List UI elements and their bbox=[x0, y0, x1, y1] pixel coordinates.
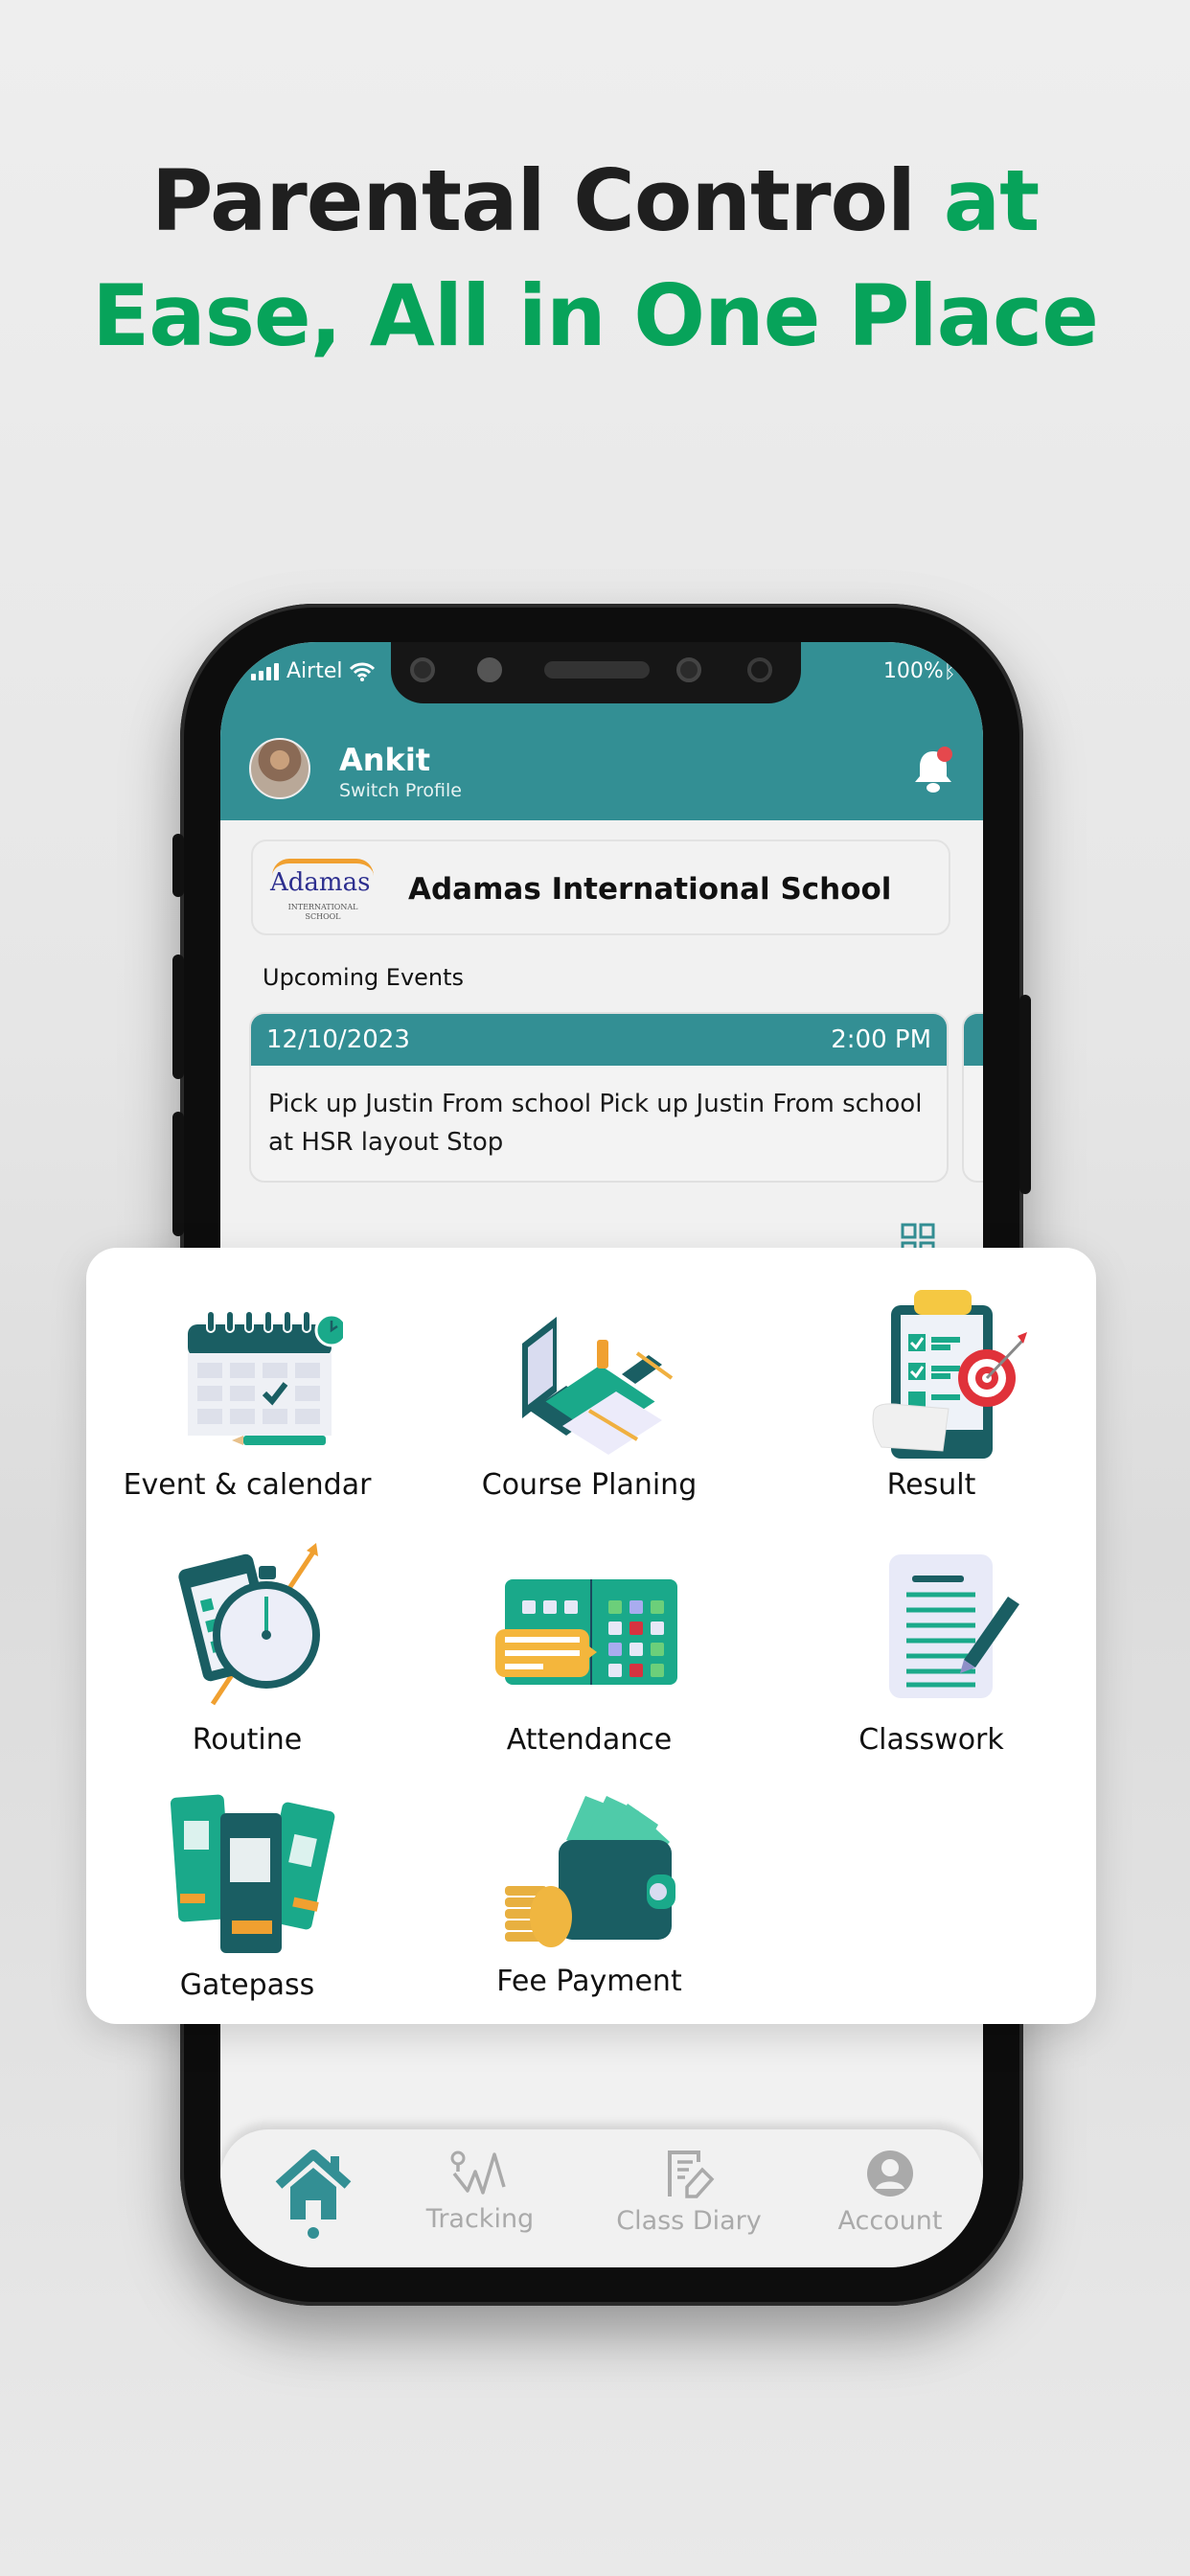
nav-class-diary-label: Class Diary bbox=[616, 2206, 762, 2236]
gatepass-icon bbox=[170, 1794, 335, 1953]
account-icon bbox=[867, 2150, 913, 2196]
bluetooth-icon: ᛒ bbox=[943, 659, 956, 683]
event-time: 2:00 PM bbox=[831, 1025, 931, 1054]
school-name: Adamas International School bbox=[408, 872, 892, 907]
headline-line2: Ease, All in One Place bbox=[92, 266, 1099, 365]
menu-item-label: Routine bbox=[192, 1723, 303, 1757]
status-bar-left: Airtel bbox=[251, 659, 376, 683]
wifi-icon bbox=[350, 662, 376, 681]
carrier-name: Airtel bbox=[286, 659, 343, 683]
menu-item-label: Gatepass bbox=[179, 1968, 315, 2002]
bottom-nav: Tracking Class Diary Account bbox=[220, 2129, 983, 2267]
tracking-icon bbox=[450, 2150, 506, 2195]
menu-item-event-calendar[interactable]: Event & calendar bbox=[103, 1286, 391, 1502]
headline: Parental Control at Ease, All in One Pla… bbox=[0, 144, 1190, 374]
upcoming-events-title: Upcoming Events bbox=[263, 964, 465, 991]
home-icon bbox=[275, 2150, 352, 2220]
menu-item-gatepass[interactable]: Gatepass bbox=[103, 1786, 391, 2002]
nav-tracking-label: Tracking bbox=[425, 2204, 535, 2234]
phone-notch bbox=[391, 642, 801, 703]
attendance-icon bbox=[495, 1579, 677, 1685]
school-logo: Adamas INTERNATIONAL SCHOOL bbox=[266, 853, 379, 924]
phone-power-button bbox=[1019, 995, 1031, 1194]
class-diary-icon bbox=[668, 2150, 715, 2198]
menu-item-classwork[interactable]: Classwork bbox=[788, 1541, 1075, 1757]
event-date: 12/10/2023 bbox=[266, 1025, 410, 1054]
avatar[interactable] bbox=[249, 738, 310, 799]
battery-level: 100% bbox=[882, 659, 944, 683]
menu-item-course-planning[interactable]: Course Planing bbox=[446, 1286, 733, 1502]
bell-icon[interactable] bbox=[912, 746, 954, 795]
menu-item-routine[interactable]: Routine bbox=[103, 1541, 391, 1757]
classwork-icon bbox=[889, 1554, 1019, 1698]
menu-item-attendance[interactable]: Attendance bbox=[446, 1541, 733, 1757]
school-card[interactable]: Adamas INTERNATIONAL SCHOOL Adamas Inter… bbox=[251, 840, 950, 935]
result-clipboard-icon bbox=[872, 1290, 1027, 1459]
menu-item-label: Course Planing bbox=[481, 1468, 698, 1502]
menu-item-label: Event & calendar bbox=[123, 1468, 372, 1502]
wallet-icon bbox=[505, 1796, 675, 1947]
headline-line1-dark: Parental Control bbox=[150, 151, 944, 250]
phone-volume-up bbox=[172, 954, 184, 1079]
menu-item-label: Attendance bbox=[506, 1723, 673, 1757]
menu-item-label: Result bbox=[886, 1468, 976, 1502]
event-card[interactable]: 12/10/2023 2:00 PM Pick up Justin From s… bbox=[249, 1012, 949, 1183]
calendar-icon bbox=[188, 1310, 349, 1445]
nav-home[interactable] bbox=[232, 2149, 395, 2239]
menu-item-label: Classwork bbox=[858, 1723, 1004, 1757]
menu-item-label: Fee Payment bbox=[496, 1965, 682, 1998]
switch-profile-link[interactable]: Switch Profile bbox=[339, 780, 462, 801]
feature-menu-card: Event & calendar Course Planing Result R… bbox=[86, 1248, 1096, 2024]
menu-item-fee-payment[interactable]: Fee Payment bbox=[446, 1782, 733, 1998]
menu-item-result[interactable]: Result bbox=[788, 1286, 1075, 1502]
phone-volume-down bbox=[172, 1112, 184, 1236]
course-planning-icon bbox=[522, 1317, 674, 1455]
headline-line1-green: at bbox=[943, 151, 1040, 250]
routine-stopwatch-icon bbox=[178, 1543, 320, 1706]
signal-icon bbox=[251, 662, 279, 680]
nav-account[interactable]: Account bbox=[809, 2149, 972, 2236]
event-card-next[interactable] bbox=[962, 1012, 983, 1183]
nav-active-indicator bbox=[308, 2227, 319, 2239]
nav-account-label: Account bbox=[837, 2206, 943, 2236]
event-description: Pick up Justin From school Pick up Justi… bbox=[268, 1090, 923, 1157]
nav-class-diary[interactable]: Class Diary bbox=[607, 2149, 770, 2236]
phone-side-button bbox=[172, 834, 184, 897]
app-header: Airtel 100%ᛒ Ankit Switch Profile bbox=[220, 642, 983, 820]
event-card-header: 12/10/2023 2:00 PM bbox=[251, 1014, 947, 1066]
nav-tracking[interactable]: Tracking bbox=[399, 2149, 561, 2234]
status-bar-right: 100%ᛒ bbox=[883, 659, 956, 683]
user-name[interactable]: Ankit bbox=[339, 742, 430, 778]
